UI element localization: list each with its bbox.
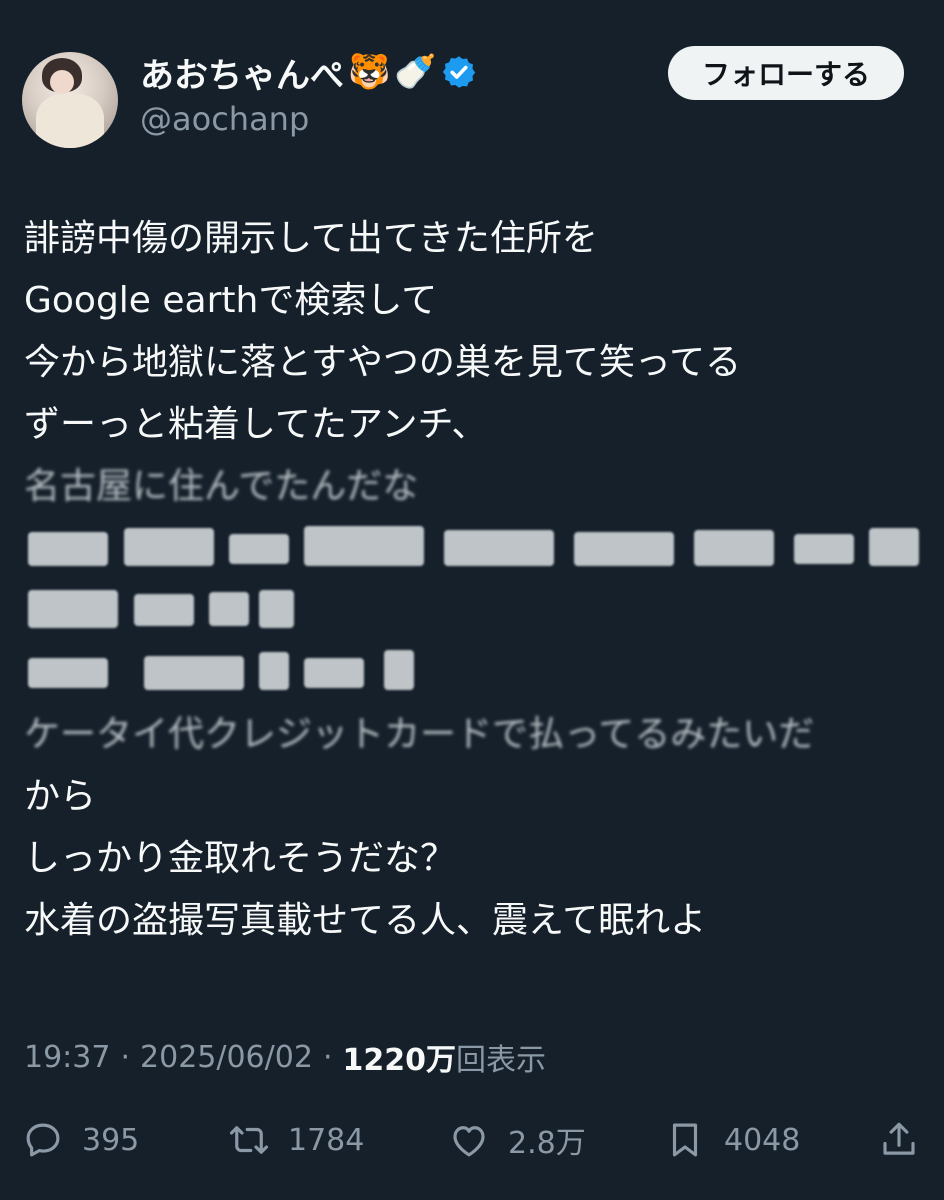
display-name-row[interactable]: あおちゃんぺ 🐯 🍼 <box>140 48 477 97</box>
reply-button[interactable]: 395 <box>22 1110 139 1170</box>
tweet-line: しっかり金取れそうだな？ <box>24 838 457 879</box>
tweet-line: 誹謗中傷の開示して出てきた住所を <box>24 218 598 259</box>
meta-separator: · <box>322 1039 333 1075</box>
bookmark-count: 4048 <box>724 1122 801 1158</box>
avatar[interactable] <box>22 52 118 148</box>
tweet-line: 今から地獄に落とすやつの巣を見て笑ってる <box>24 342 742 383</box>
heart-icon <box>453 1126 485 1157</box>
share-icon <box>883 1122 915 1155</box>
tweet-line: Google earthで検索して <box>24 280 438 321</box>
tweet-text: 誹謗中傷の開示して出てきた住所を Google earthで検索して 今から地獄… <box>24 208 924 952</box>
share-button[interactable] <box>878 1110 920 1170</box>
blurred-tweet-line: ケータイ代クレジットカードで払ってるみたいだ <box>24 714 815 755</box>
like-count: 2.8万 <box>508 1126 586 1161</box>
bookmark-button[interactable]: 4048 <box>664 1110 800 1170</box>
retweet-button[interactable]: 1784 <box>228 1110 364 1170</box>
reply-count: 395 <box>82 1122 140 1158</box>
redacted-mosaic-line <box>24 518 924 580</box>
tweet-date[interactable]: 2025/06/02 <box>140 1040 313 1075</box>
reply-icon <box>26 1123 60 1157</box>
action-bar: 395 1784 2.8万 4048 <box>0 1110 944 1170</box>
tweet-line: ずーっと粘着してたアンチ、 <box>24 404 488 445</box>
follow-button[interactable]: フォローする <box>668 46 904 100</box>
display-name[interactable]: あおちゃんぺ <box>140 48 344 97</box>
user-handle[interactable]: @aochanp <box>140 100 309 138</box>
retweet-icon <box>229 1126 269 1154</box>
tweet-header: あおちゃんぺ 🐯 🍼 @aochanp フォローする <box>0 0 944 170</box>
view-count: 1220万 <box>342 1043 456 1078</box>
retweet-count: 1784 <box>288 1122 365 1158</box>
tweet-line: 水着の盗撮写真載せてる人、震えて眠れよ <box>24 900 707 941</box>
bookmark-icon <box>672 1123 698 1157</box>
meta-separator: · <box>120 1039 131 1075</box>
tweet-line: から <box>24 776 97 817</box>
view-count-group[interactable]: 1220万回表示 <box>342 1035 546 1079</box>
baby-bottle-emoji-icon: 🍼 <box>394 52 437 92</box>
tweet-time[interactable]: 19:37 <box>24 1040 110 1075</box>
redacted-mosaic-line <box>24 580 924 642</box>
blurred-tweet-line: 名古屋に住んでたんだな <box>24 466 419 507</box>
redacted-mosaic-line <box>24 642 924 704</box>
like-button[interactable]: 2.8万 <box>448 1110 586 1170</box>
tiger-emoji-icon: 🐯 <box>348 52 391 92</box>
verified-badge-icon[interactable] <box>441 54 477 90</box>
view-label: 回表示 <box>455 1043 546 1078</box>
tweet-meta: 19:37 · 2025/06/02 · 1220万回表示 <box>24 1032 546 1082</box>
